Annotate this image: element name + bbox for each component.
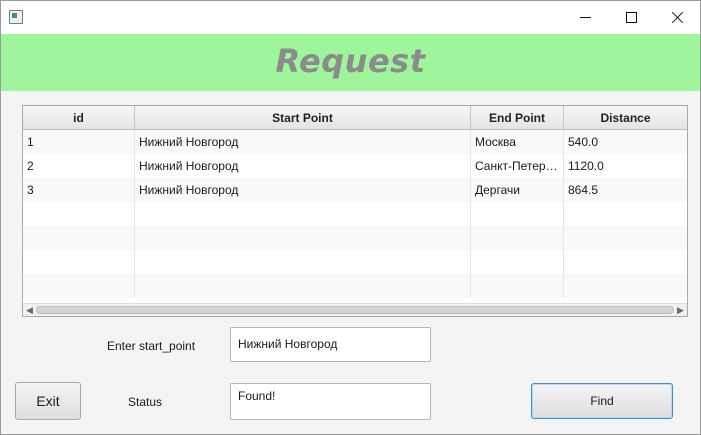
page-title: Request	[275, 42, 426, 80]
routes-table[interactable]: id Start Point End Point Distance 1 Нижн…	[22, 105, 688, 317]
cell-distance: 540.0	[568, 135, 599, 149]
maximize-icon	[625, 11, 637, 23]
table-row[interactable]: 3 Нижний Новгород Дергачи 864.5	[23, 178, 687, 202]
table-header: id Start Point End Point Distance	[23, 106, 687, 130]
horizontal-scrollbar[interactable]: ◀ ▶	[23, 303, 687, 316]
exit-button[interactable]: Exit	[15, 382, 81, 420]
empty-table-row	[23, 250, 687, 274]
table-row[interactable]: 1 Нижний Новгород Москва 540.0	[23, 130, 687, 154]
status-label: Status	[128, 395, 163, 409]
cell-start-point: Нижний Новгород	[135, 154, 471, 178]
column-header-start-point[interactable]: Start Point	[135, 106, 471, 130]
table-row[interactable]: 2 Нижний Новгород Санкт-Петербург 1120.0	[23, 154, 687, 178]
status-textarea[interactable]: Found!	[230, 383, 431, 420]
cell-end-point: Дергачи	[471, 178, 564, 202]
start-point-input[interactable]: Нижний Новгород	[230, 327, 431, 362]
cell-end-point: Москва	[471, 130, 564, 154]
column-header-end-point[interactable]: End Point	[471, 106, 564, 130]
cell-id: 2	[23, 154, 135, 178]
cell-id: 1	[23, 130, 135, 154]
start-point-label: Enter start_point	[107, 339, 196, 353]
maximize-button[interactable]	[608, 1, 654, 33]
close-icon	[671, 11, 684, 24]
header-banner: Request	[1, 34, 700, 91]
find-button[interactable]: Find	[531, 383, 673, 419]
cell-start-point: Нижний Новгород	[135, 130, 471, 154]
scroll-right-icon[interactable]: ▶	[675, 304, 686, 316]
cell-id: 3	[23, 178, 135, 202]
cell-distance: 1120.0	[568, 159, 604, 173]
cell-distance: 864.5	[568, 183, 599, 197]
column-header-distance[interactable]: Distance	[564, 106, 687, 130]
empty-table-row	[23, 274, 687, 298]
column-header-id[interactable]: id	[23, 106, 135, 130]
app-icon	[9, 10, 23, 24]
minimize-button[interactable]	[562, 1, 608, 33]
empty-table-row	[23, 226, 687, 250]
scrollbar-thumb[interactable]	[36, 306, 674, 314]
minimize-icon	[579, 16, 591, 18]
cell-start-point: Нижний Новгород	[135, 178, 471, 202]
table-body: 1 Нижний Новгород Москва 540.0 2 Нижний …	[23, 130, 687, 298]
close-button[interactable]	[654, 1, 700, 33]
scroll-left-icon[interactable]: ◀	[24, 304, 35, 316]
cell-end-point: Санкт-Петербург	[471, 154, 564, 178]
app-window: Request id Start Point End Point Distanc…	[0, 0, 701, 435]
title-bar	[1, 1, 700, 34]
empty-table-row	[23, 202, 687, 226]
